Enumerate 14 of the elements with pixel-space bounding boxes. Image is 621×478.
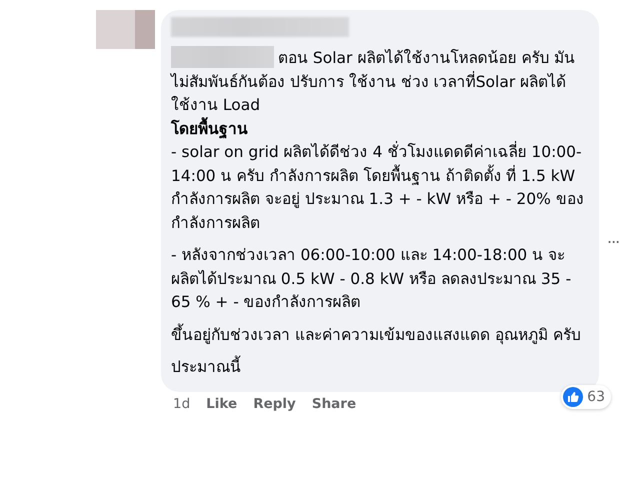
comment-text: - หลังจากช่วงเวลา 06:00-10:00 และ 14:00-18:00 น จะผลิตได้ประมาณ 0.5 kW - 0.8 kW หรือ ลดลงประมาณ 35 - 65 % + - ของกำลังการผลิต (171, 245, 572, 313)
comment-text: ประมาณนี้ (171, 356, 587, 380)
comment-text: ตอน Solar ผลิตได้ใช้งานโหลดน้อย ครับ มันไม่สัมพันธ์กันต้อง ปรับการ ใช้งาน ช่วง เวลาที่Solar ผลิตได้ ใช้งาน Load (171, 46, 587, 118)
comment-text: - solar on grid ผลิตได้ดีช่วง 4 ชั่วโมงแดดดีค่าเฉลี่ย 10:00-14:00 น ครับ กำลังการผลิต โดยพื้นฐาน ถ้าติดตั้ง ที่ 1.5 kW กำลังการผลิต จะอยู่ ประมาณ 1.3 + - kW หรือ + - 20% ของกำลังการผลิต (171, 141, 585, 234)
action-link[interactable]: Like (206, 396, 238, 412)
timestamp: 1d (173, 396, 190, 412)
action-link[interactable]: Reply (253, 396, 296, 412)
comment-text: โดยพื้นฐาน (171, 118, 587, 141)
comment-text: ขึ้นอยู่กับช่วงเวลา และค่าความเข้มของแสงแดด อุณหภูมิ ครับ (171, 324, 582, 346)
reaction-badge[interactable]: 63 (561, 384, 611, 408)
reaction-count: 63 (587, 388, 605, 404)
action-link[interactable]: Share (312, 396, 356, 412)
thumbs-up-icon (563, 386, 584, 406)
avatar[interactable] (96, 10, 155, 49)
